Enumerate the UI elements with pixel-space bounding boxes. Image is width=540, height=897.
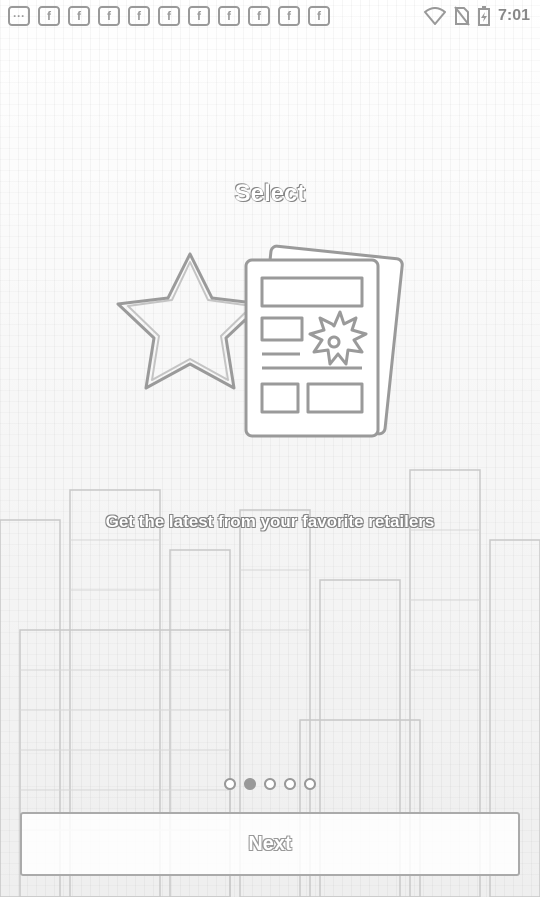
facebook-icon: f (128, 6, 150, 26)
wifi-icon (423, 7, 446, 25)
facebook-icon: f (308, 6, 330, 26)
status-time: 7:01 (497, 7, 530, 24)
facebook-icon: f (248, 6, 270, 26)
facebook-icon: f (98, 6, 120, 26)
next-button[interactable]: Next (20, 812, 520, 876)
battery-charging-icon (477, 6, 490, 26)
page-dot[interactable] (224, 778, 236, 790)
page-dot[interactable] (264, 778, 276, 790)
facebook-icon: f (68, 6, 90, 26)
page-indicator (0, 778, 540, 790)
facebook-icon: f (218, 6, 240, 26)
onboarding-tagline: Get the latest from your favorite retail… (105, 512, 435, 531)
page-dot[interactable] (304, 778, 316, 790)
page-dot[interactable] (284, 778, 296, 790)
no-sim-icon (454, 6, 470, 26)
page-dot-active[interactable] (244, 778, 256, 790)
onboarding-title: Select (234, 180, 306, 207)
status-bar: ··· f f f f f f f f f f 7:01 (0, 0, 540, 34)
facebook-icon: f (188, 6, 210, 26)
facebook-icon: f (158, 6, 180, 26)
more-icon: ··· (8, 6, 30, 26)
facebook-icon: f (278, 6, 300, 26)
star-and-coupon-icon (116, 244, 404, 438)
onboarding-screen: ··· f f f f f f f f f f 7:01 Select Get … (0, 0, 540, 897)
facebook-icon: f (38, 6, 60, 26)
